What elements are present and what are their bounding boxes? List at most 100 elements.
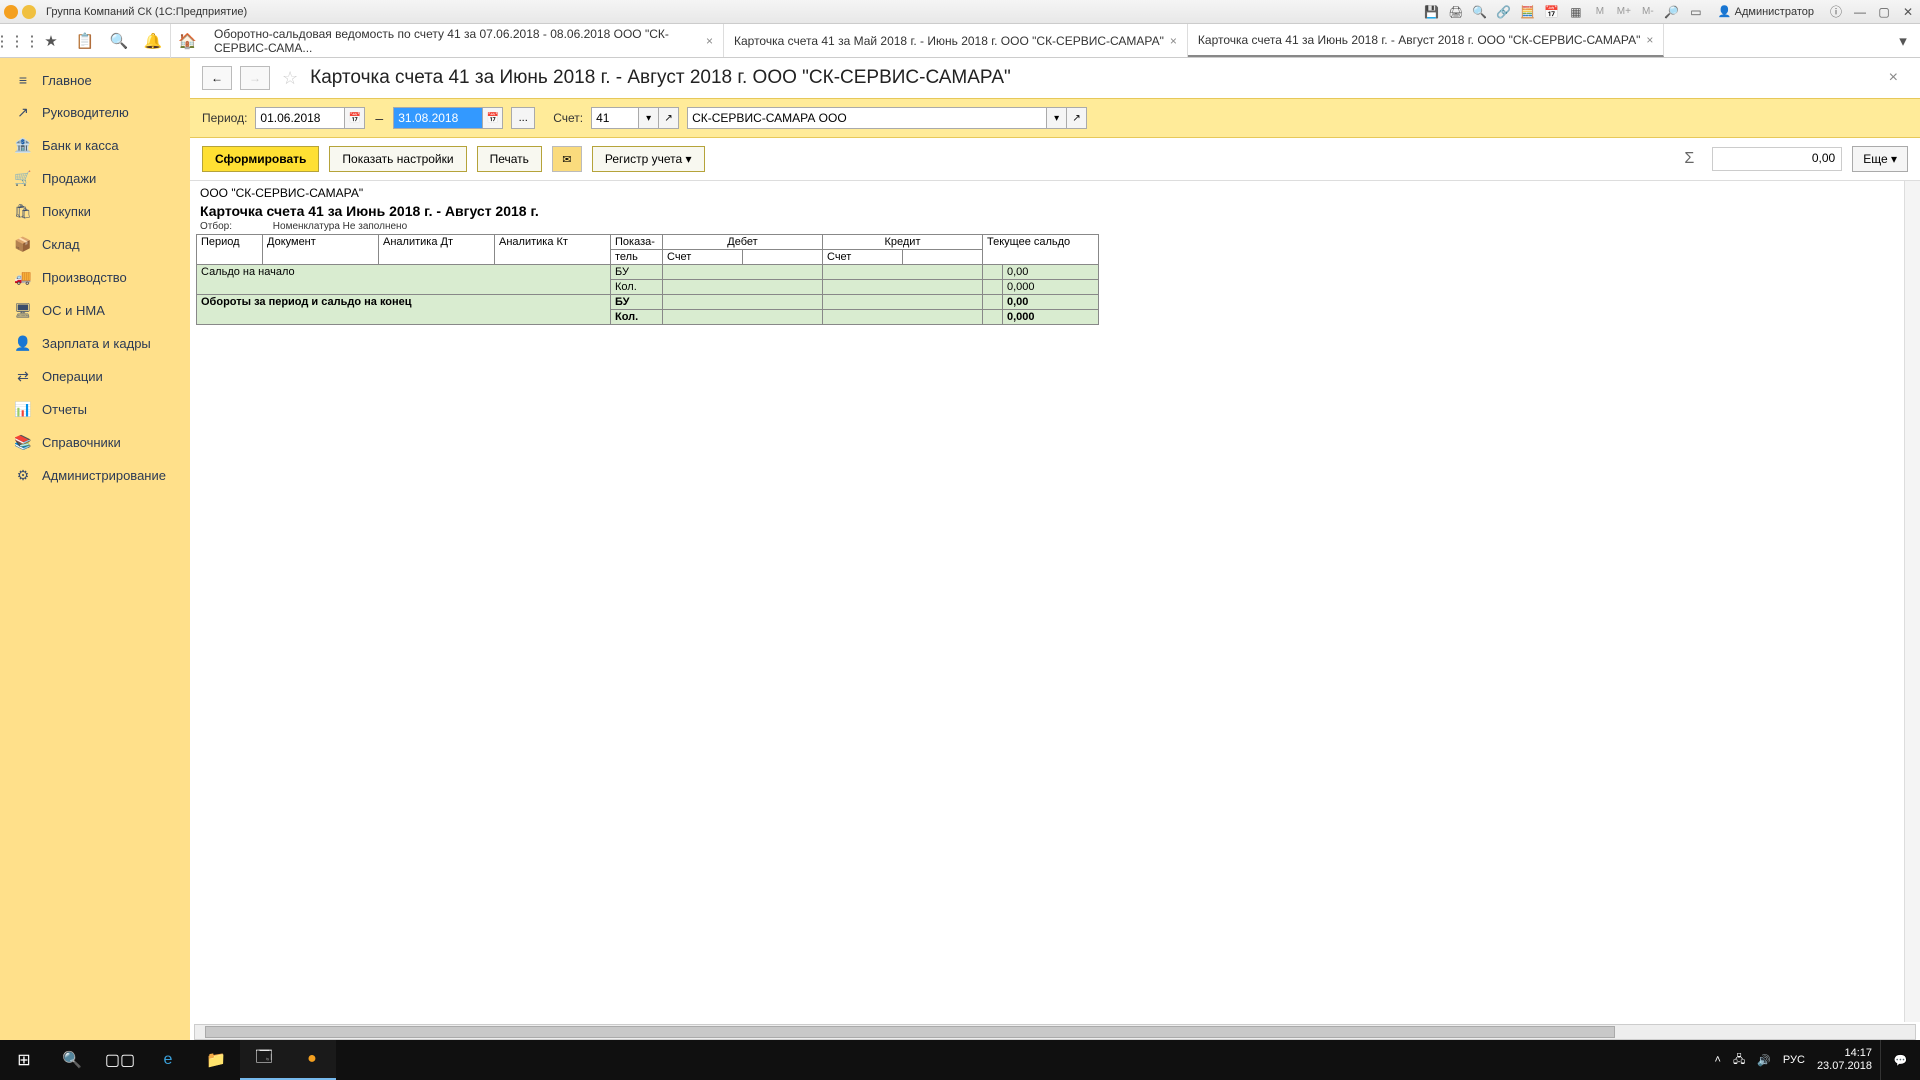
- sidebar-item-purchases[interactable]: 🛍Покупки: [0, 195, 190, 228]
- sidebar: ≡Главное ↗Руководителю 🏦Банк и касса 🛒Пр…: [0, 58, 190, 1040]
- sidebar-item-sales[interactable]: 🛒Продажи: [0, 162, 190, 195]
- tab-close-1[interactable]: ×: [1170, 34, 1177, 48]
- sidebar-item-hr[interactable]: 👤Зарплата и кадры: [0, 327, 190, 360]
- sidebar-item-operations[interactable]: ⇄Операции: [0, 360, 190, 393]
- report-area: ООО "СК-СЕРВИС-САМАРА" Карточка счета 41…: [190, 181, 1920, 1040]
- sidebar-item-production[interactable]: 🚚Производство: [0, 261, 190, 294]
- search-toolbar-icon[interactable]: 🔍: [102, 24, 136, 58]
- date-from-picker-icon[interactable]: 📅: [345, 107, 365, 129]
- close-window-icon[interactable]: ✕: [1900, 4, 1916, 20]
- info-icon[interactable]: ⓘ: [1828, 4, 1844, 20]
- bell-icon[interactable]: 🔔: [136, 24, 170, 58]
- register-button[interactable]: Регистр учета ▾: [592, 146, 705, 172]
- notifications-icon[interactable]: 💬: [1880, 1040, 1920, 1080]
- link-icon[interactable]: 🔗: [1496, 4, 1512, 20]
- maximize-icon[interactable]: ▢: [1876, 4, 1892, 20]
- row-end-bu: Обороты за период и сальдо на конец БУ 0…: [197, 295, 1099, 310]
- sidebar-item-refs[interactable]: 📚Справочники: [0, 426, 190, 459]
- tab-1[interactable]: Карточка счета 41 за Май 2018 г. - Июнь …: [724, 24, 1188, 57]
- start-button[interactable]: ⊞: [0, 1040, 48, 1080]
- date-dash: –: [373, 110, 385, 126]
- print-icon[interactable]: 🖨: [1448, 4, 1464, 20]
- panel-icon[interactable]: ▭: [1688, 4, 1704, 20]
- sidebar-item-main[interactable]: ≡Главное: [0, 64, 190, 96]
- tray-clock[interactable]: 14:17 23.07.2018: [1817, 1047, 1872, 1073]
- zoom-icon[interactable]: 🔎: [1664, 4, 1680, 20]
- horizontal-scrollbar[interactable]: [194, 1024, 1916, 1040]
- tray-chevron-icon[interactable]: ˄: [1715, 1054, 1721, 1066]
- favorite-star-icon[interactable]: ☆: [282, 68, 298, 89]
- date-from-field[interactable]: 📅: [255, 107, 365, 129]
- minimize-icon[interactable]: —: [1852, 4, 1868, 20]
- explorer-icon[interactable]: 📁: [192, 1040, 240, 1080]
- period-more-button[interactable]: ...: [511, 107, 535, 129]
- ie-icon[interactable]: e: [144, 1040, 192, 1080]
- date-from-input[interactable]: [255, 107, 345, 129]
- sum-value: 0,00: [1712, 147, 1842, 171]
- org-dropdown-icon[interactable]: ▾: [1047, 107, 1067, 129]
- tab-2[interactable]: Карточка счета 41 за Июнь 2018 г. - Авгу…: [1188, 24, 1665, 57]
- date-to-field[interactable]: 📅: [393, 107, 503, 129]
- tray-volume-icon[interactable]: 🔊: [1757, 1054, 1771, 1067]
- sidebar-item-manager[interactable]: ↗Руководителю: [0, 96, 190, 129]
- cart-icon: 🛒: [14, 170, 32, 187]
- calendar-icon[interactable]: 📅: [1544, 4, 1560, 20]
- org-open-icon[interactable]: ↗: [1067, 107, 1087, 129]
- print-button[interactable]: Печать: [477, 146, 542, 172]
- mplus-icon[interactable]: M+: [1616, 4, 1632, 20]
- header-row-1: Период Документ Аналитика Дт Аналитика К…: [197, 235, 1099, 250]
- apps-icon[interactable]: ⋮⋮⋮: [0, 24, 34, 58]
- filter-bar: Период: 📅 – 📅 ... Счет: ▾ ↗ ▾ ↗: [190, 98, 1920, 138]
- sidebar-item-admin[interactable]: ⚙Администрирование: [0, 459, 190, 492]
- window-titlebar: Группа Компаний СК (1С:Предприятие) 💾 🖨 …: [0, 0, 1920, 24]
- report-org: ООО "СК-СЕРВИС-САМАРА": [194, 185, 1916, 201]
- form-button[interactable]: Сформировать: [202, 146, 319, 172]
- sidebar-item-warehouse[interactable]: 📦Склад: [0, 228, 190, 261]
- account-field[interactable]: ▾ ↗: [591, 107, 679, 129]
- account-open-icon[interactable]: ↗: [659, 107, 679, 129]
- app-1c-icon[interactable]: ●: [288, 1040, 336, 1080]
- user-menu[interactable]: 👤 Администратор: [1712, 5, 1820, 18]
- email-button[interactable]: ✉: [552, 146, 582, 172]
- account-dropdown-icon[interactable]: ▾: [639, 107, 659, 129]
- star-icon[interactable]: ★: [34, 24, 68, 58]
- tray-lang[interactable]: РУС: [1783, 1054, 1805, 1066]
- vertical-scrollbar[interactable]: [1904, 181, 1920, 1022]
- account-input[interactable]: [591, 107, 639, 129]
- calc-icon[interactable]: 🧮: [1520, 4, 1536, 20]
- tray-network-icon[interactable]: 🖧: [1733, 1051, 1745, 1070]
- show-settings-button[interactable]: Показать настройки: [329, 146, 466, 172]
- account-label: Счет:: [553, 111, 583, 125]
- search-taskbar-icon[interactable]: 🔍: [48, 1040, 96, 1080]
- more-button[interactable]: Еще ▾: [1852, 146, 1908, 172]
- taskview-icon[interactable]: ▢▢: [96, 1040, 144, 1080]
- app1-icon[interactable]: 🗔: [240, 1040, 288, 1080]
- row-begin-bu: Сальдо на начало БУ 0,00: [197, 265, 1099, 280]
- action-bar: Сформировать Показать настройки Печать ✉…: [190, 138, 1920, 181]
- report-title: Карточка счета 41 за Июнь 2018 г. - Авгу…: [194, 201, 1916, 221]
- m-icon[interactable]: M: [1592, 4, 1608, 20]
- sidebar-item-assets[interactable]: 🖥ОС и НМА: [0, 294, 190, 327]
- org-field[interactable]: ▾ ↗: [687, 107, 1087, 129]
- report-filter: Отбор: Номенклатура Не заполнено: [194, 221, 1916, 232]
- sidebar-item-reports[interactable]: 📊Отчеты: [0, 393, 190, 426]
- tab-0[interactable]: Оборотно-сальдовая ведомость по счету 41…: [204, 24, 724, 57]
- system-tray: ˄ 🖧 🔊 РУС 14:17 23.07.2018: [1715, 1047, 1881, 1073]
- org-input[interactable]: [687, 107, 1047, 129]
- nav-back-button[interactable]: ←: [202, 66, 232, 90]
- tab-menu-icon[interactable]: ▾: [1886, 24, 1920, 58]
- page-close-icon[interactable]: ×: [1889, 69, 1898, 87]
- scrollbar-thumb[interactable]: [205, 1026, 1615, 1038]
- sidebar-item-bank[interactable]: 🏦Банк и касса: [0, 129, 190, 162]
- date-to-picker-icon[interactable]: 📅: [483, 107, 503, 129]
- tab-close-2[interactable]: ×: [1646, 33, 1653, 47]
- date-to-input[interactable]: [393, 107, 483, 129]
- grid-icon[interactable]: ▦: [1568, 4, 1584, 20]
- tab-close-0[interactable]: ×: [706, 34, 713, 48]
- search-icon[interactable]: 🔍: [1472, 4, 1488, 20]
- nav-forward-button[interactable]: →: [240, 66, 270, 90]
- mminus-icon[interactable]: M-: [1640, 4, 1656, 20]
- clipboard-icon[interactable]: 📋: [68, 24, 102, 58]
- home-icon[interactable]: 🏠: [170, 24, 204, 58]
- save-icon[interactable]: 💾: [1424, 4, 1440, 20]
